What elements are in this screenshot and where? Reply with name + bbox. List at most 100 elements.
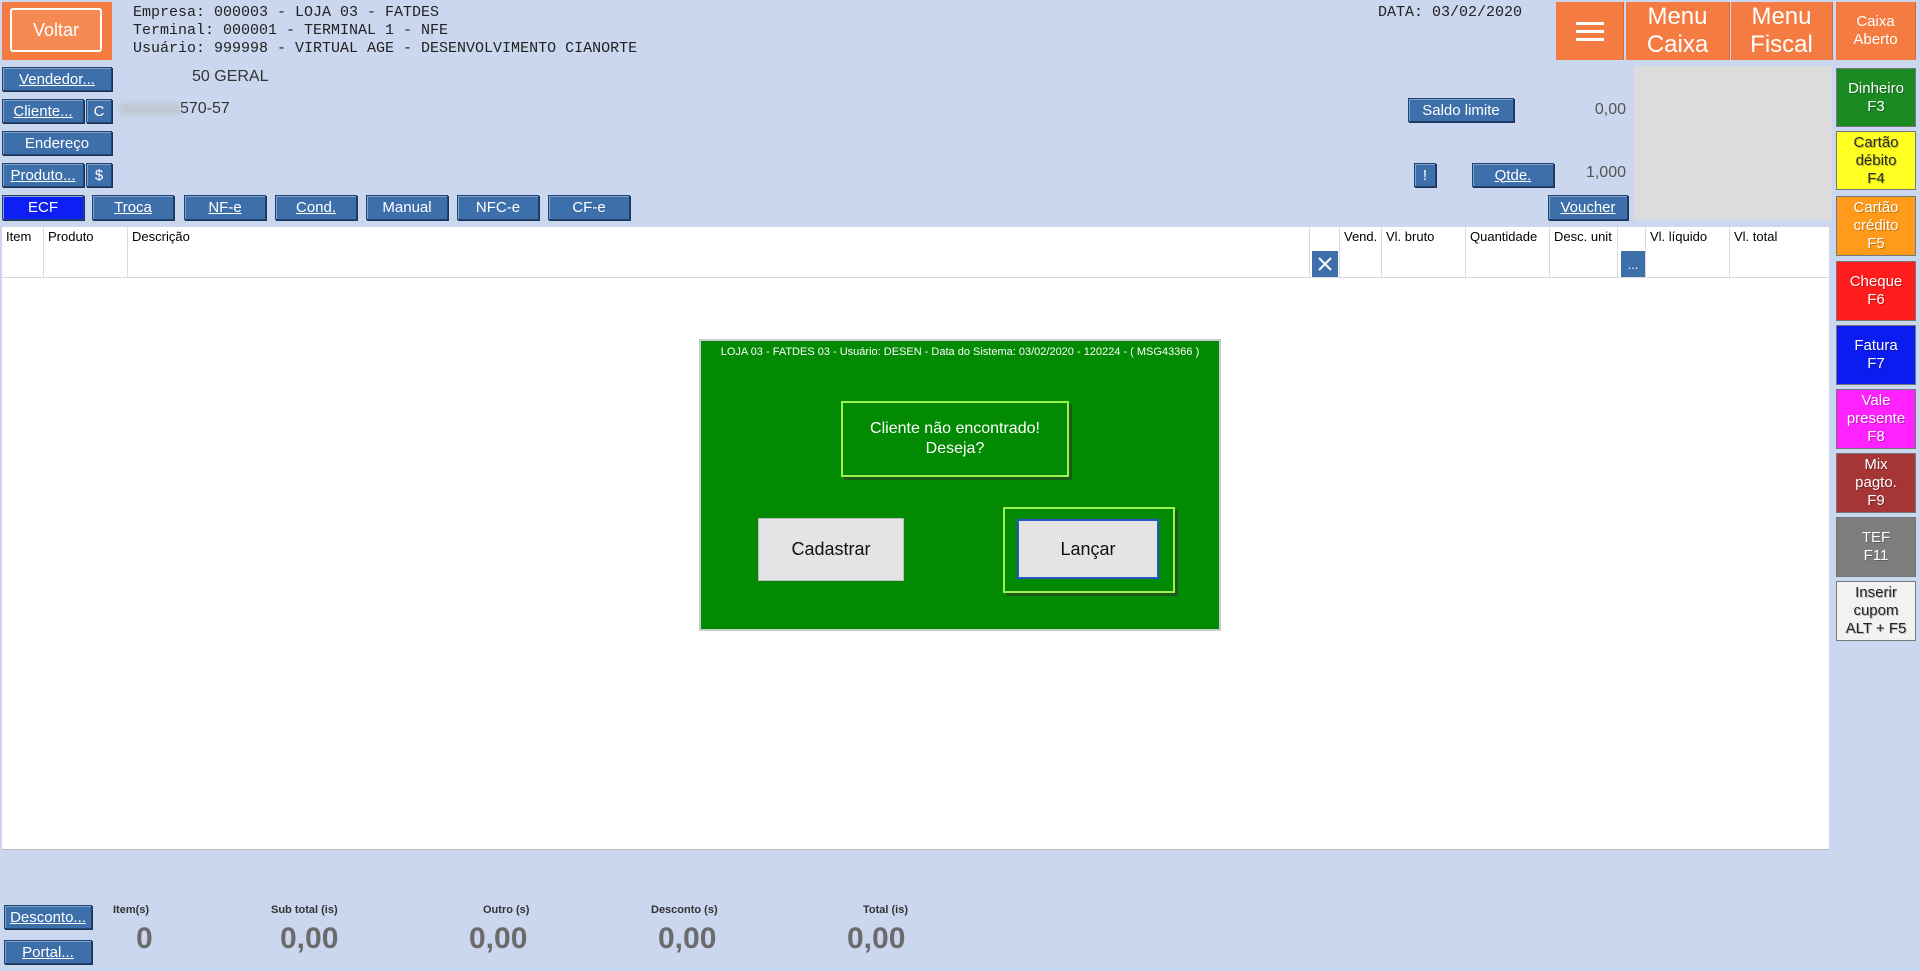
tab-nfe[interactable]: NF-e xyxy=(184,195,266,220)
back-label: Voltar xyxy=(32,19,80,40)
col-quantidade: Quantidade xyxy=(1466,227,1550,277)
vendedor-button[interactable]: Vendedor... xyxy=(2,67,112,91)
payment-cartao-debito-button[interactable]: Cartão débito F4 xyxy=(1836,131,1916,190)
cliente-label: Cliente... xyxy=(13,102,73,120)
tab-nfce[interactable]: NFC-e xyxy=(457,195,539,220)
produto-button[interactable]: Produto... xyxy=(2,163,84,187)
payment-inserir-cupom-button[interactable]: Inserir cupom ALT + F5 xyxy=(1836,581,1916,641)
more-options-button[interactable]: ... xyxy=(1621,251,1645,277)
payment-mix-pagto-button[interactable]: Mix pagto. F9 xyxy=(1836,453,1916,513)
voucher-button[interactable]: Voucher xyxy=(1548,195,1628,220)
more-options-label: ... xyxy=(1627,256,1639,272)
tab-troca-label: Troca xyxy=(114,199,152,216)
dialog-message-line2: Deseja? xyxy=(925,440,985,457)
tab-ecf-label: ECF xyxy=(28,199,58,216)
payment-dinheiro-button[interactable]: Dinheiro F3 xyxy=(1836,68,1916,127)
lancar-label: Lançar xyxy=(1060,538,1116,559)
tab-cond[interactable]: Cond. xyxy=(275,195,357,220)
tab-manual[interactable]: Manual xyxy=(366,195,448,220)
qtde-label: Qtde. xyxy=(1494,166,1532,184)
payment-vale-presente-label: Vale presente F8 xyxy=(1846,392,1906,445)
payment-fatura-label: Fatura F7 xyxy=(1854,337,1898,372)
desconto-total-label: Desconto (s) xyxy=(651,904,718,916)
saldo-limite-button[interactable]: Saldo limite xyxy=(1408,98,1514,122)
menu-fiscal-label: Menu Fiscal xyxy=(1750,3,1813,58)
cadastrar-label: Cadastrar xyxy=(791,539,871,559)
cliente-clear-button[interactable]: C xyxy=(86,99,112,123)
tab-cond-label: Cond. xyxy=(295,199,337,216)
cadastrar-button[interactable]: Cadastrar xyxy=(758,518,904,581)
empresa-info: Empresa: 000003 - LOJA 03 - FATDES xyxy=(133,4,440,21)
customer-photo-panel xyxy=(1634,66,1832,220)
terminal-info: Terminal: 000001 - TERMINAL 1 - NFE xyxy=(133,22,449,39)
caixa-status-label: Caixa Aberto xyxy=(1853,13,1898,48)
payment-cartao-credito-button[interactable]: Cartão crédito F5 xyxy=(1836,196,1916,256)
payment-tef-button[interactable]: TEF F11 xyxy=(1836,517,1916,577)
caixa-status-button[interactable]: Caixa Aberto xyxy=(1836,2,1916,60)
cliente-button[interactable]: Cliente... xyxy=(2,99,84,123)
info-button[interactable]: ! xyxy=(1414,163,1436,187)
hamburger-icon xyxy=(1575,17,1604,46)
col-produto: Produto xyxy=(44,227,128,277)
produto-label: Produto... xyxy=(10,166,76,184)
saldo-limite-label: Saldo limite xyxy=(1422,101,1500,119)
menu-caixa-label: Menu Caixa xyxy=(1646,3,1709,58)
itens-value: 0 xyxy=(136,922,153,955)
portal-label: Portal... xyxy=(22,943,74,961)
lancar-button-frame: Lançar xyxy=(1003,507,1175,593)
dialog-title: LOJA 03 - FATDES 03 - Usuário: DESEN - D… xyxy=(720,346,1200,358)
vendedor-label: Vendedor... xyxy=(19,70,95,88)
outro-value: 0,00 xyxy=(469,922,528,955)
total-value: 0,00 xyxy=(847,922,906,955)
col-item: Item xyxy=(2,227,44,277)
dialog: LOJA 03 - FATDES 03 - Usuário: DESEN - D… xyxy=(699,339,1221,631)
payment-cartao-credito-label: Cartão crédito F5 xyxy=(1853,199,1899,252)
col-desc-unit: Desc. unit xyxy=(1550,227,1618,277)
tab-troca[interactable]: Troca xyxy=(92,195,174,220)
back-button[interactable]: Voltar xyxy=(2,2,112,60)
payment-cheque-label: Cheque F6 xyxy=(1849,273,1903,308)
tab-nfce-label: NFC-e xyxy=(475,199,521,216)
table-header: Item Produto Descrição Vend. Vl. bruto Q… xyxy=(2,227,1829,278)
endereco-button[interactable]: Endereço xyxy=(2,131,112,155)
payment-cartao-debito-label: Cartão débito F4 xyxy=(1853,133,1899,187)
col-vl-total: Vl. total xyxy=(1734,229,1778,244)
qtde-button[interactable]: Qtde. xyxy=(1472,163,1554,187)
lancar-button[interactable]: Lançar xyxy=(1017,519,1159,579)
qtde-value: 1,000 xyxy=(1585,164,1626,181)
col-descricao: Descrição xyxy=(128,227,1310,277)
payment-tef-label: TEF F11 xyxy=(1861,529,1891,564)
payment-cheque-button[interactable]: Cheque F6 xyxy=(1836,261,1916,321)
info-label: ! xyxy=(1422,166,1428,184)
col-vend: Vend. xyxy=(1340,227,1382,277)
subtotal-label: Sub total (is) xyxy=(271,904,338,916)
voucher-label: Voucher xyxy=(1560,199,1616,216)
col-vl-bruto: Vl. bruto xyxy=(1382,227,1466,277)
tab-cfe[interactable]: CF-e xyxy=(548,195,630,220)
close-icon xyxy=(1318,257,1332,271)
col-vl-liquido: Vl. líquido xyxy=(1646,227,1730,277)
produto-dollar-label: $ xyxy=(94,166,104,184)
tab-nfe-label: NF-e xyxy=(208,199,242,216)
itens-label: Item(s) xyxy=(113,904,150,916)
hamburger-menu-button[interactable] xyxy=(1556,2,1624,60)
total-label: Total (is) xyxy=(863,904,909,916)
produto-price-button[interactable]: $ xyxy=(86,163,112,187)
tab-manual-label: Manual xyxy=(382,199,432,216)
desconto-button[interactable]: Desconto... xyxy=(4,905,92,929)
dialog-message-line1: Cliente não encontrado! xyxy=(870,420,1040,437)
menu-fiscal-button[interactable]: Menu Fiscal xyxy=(1731,2,1833,60)
tab-ecf[interactable]: ECF xyxy=(2,195,84,220)
payment-vale-presente-button[interactable]: Vale presente F8 xyxy=(1836,389,1916,449)
cliente-redacted xyxy=(120,102,180,115)
date-info: DATA: 03/02/2020 xyxy=(1378,4,1523,21)
menu-caixa-button[interactable]: Menu Caixa xyxy=(1626,2,1730,60)
portal-button[interactable]: Portal... xyxy=(4,940,92,964)
dialog-message-box: Cliente não encontrado! Deseja? xyxy=(841,401,1069,477)
clear-items-button[interactable] xyxy=(1312,251,1338,277)
cliente-value-text: 570-57 xyxy=(180,100,230,117)
vendedor-value: 50 GERAL xyxy=(192,68,269,85)
desconto-total-value: 0,00 xyxy=(658,922,717,955)
payment-mix-pagto-label: Mix pagto. F9 xyxy=(1855,456,1897,509)
payment-fatura-button[interactable]: Fatura F7 xyxy=(1836,325,1916,385)
